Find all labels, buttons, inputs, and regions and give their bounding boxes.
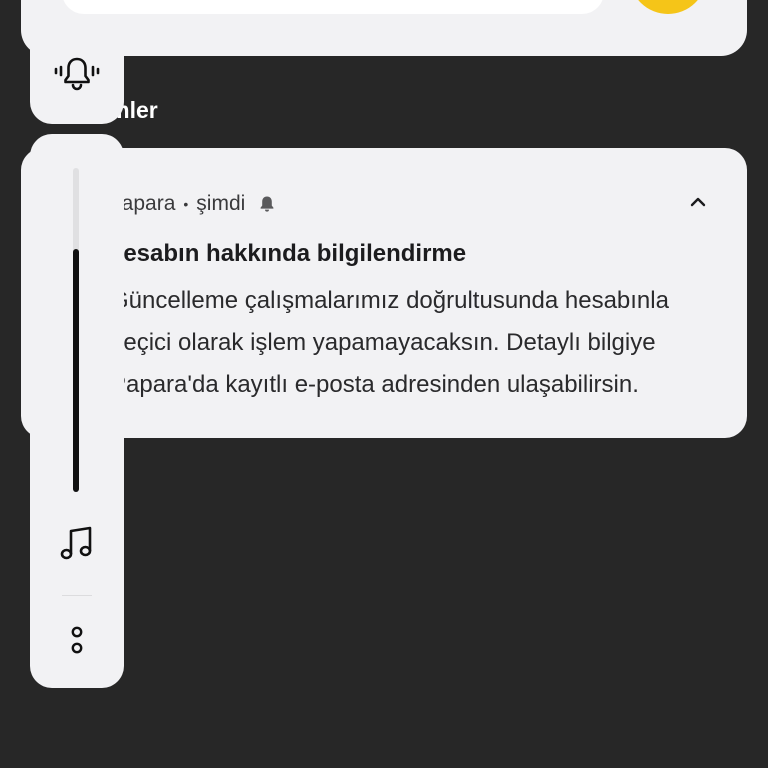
notification-body-line: Papara'da kayıtlı e-posta adresinden ula… [110, 371, 639, 398]
search-bar[interactable] [62, 0, 604, 14]
chevron-up-icon [688, 192, 708, 217]
music-note-icon [57, 524, 97, 569]
volume-slider-fill [73, 249, 79, 492]
media-stream-button[interactable] [55, 524, 99, 568]
bell-vibrate-icon [52, 54, 102, 99]
notification-body: Güncelleme çalışmalarımız doğrultusunda … [110, 280, 730, 406]
notification-meta: papara • şimdi [110, 190, 277, 218]
collapse-notification-button[interactable] [684, 190, 712, 218]
volume-divider [62, 595, 92, 596]
bell-small-icon [257, 194, 277, 214]
ringer-mode-button[interactable] [30, 28, 124, 124]
separator-dot: • [183, 196, 189, 212]
notification-title: Hesabın hakkında bilgilendirme [106, 240, 467, 267]
notification-body-line: geçici olarak işlem yapamayacaksın. Deta… [110, 329, 656, 356]
notification-time: şimdi [196, 192, 246, 215]
screen: Bildirimler papara • şimdi Hesabın hakkı… [0, 0, 768, 768]
volume-settings-button[interactable] [60, 624, 94, 660]
notification-body-line: Güncelleme çalışmalarımız doğrultusunda … [110, 287, 669, 314]
volume-panel [30, 134, 124, 688]
more-options-icon [69, 623, 85, 662]
volume-slider[interactable] [73, 168, 79, 492]
